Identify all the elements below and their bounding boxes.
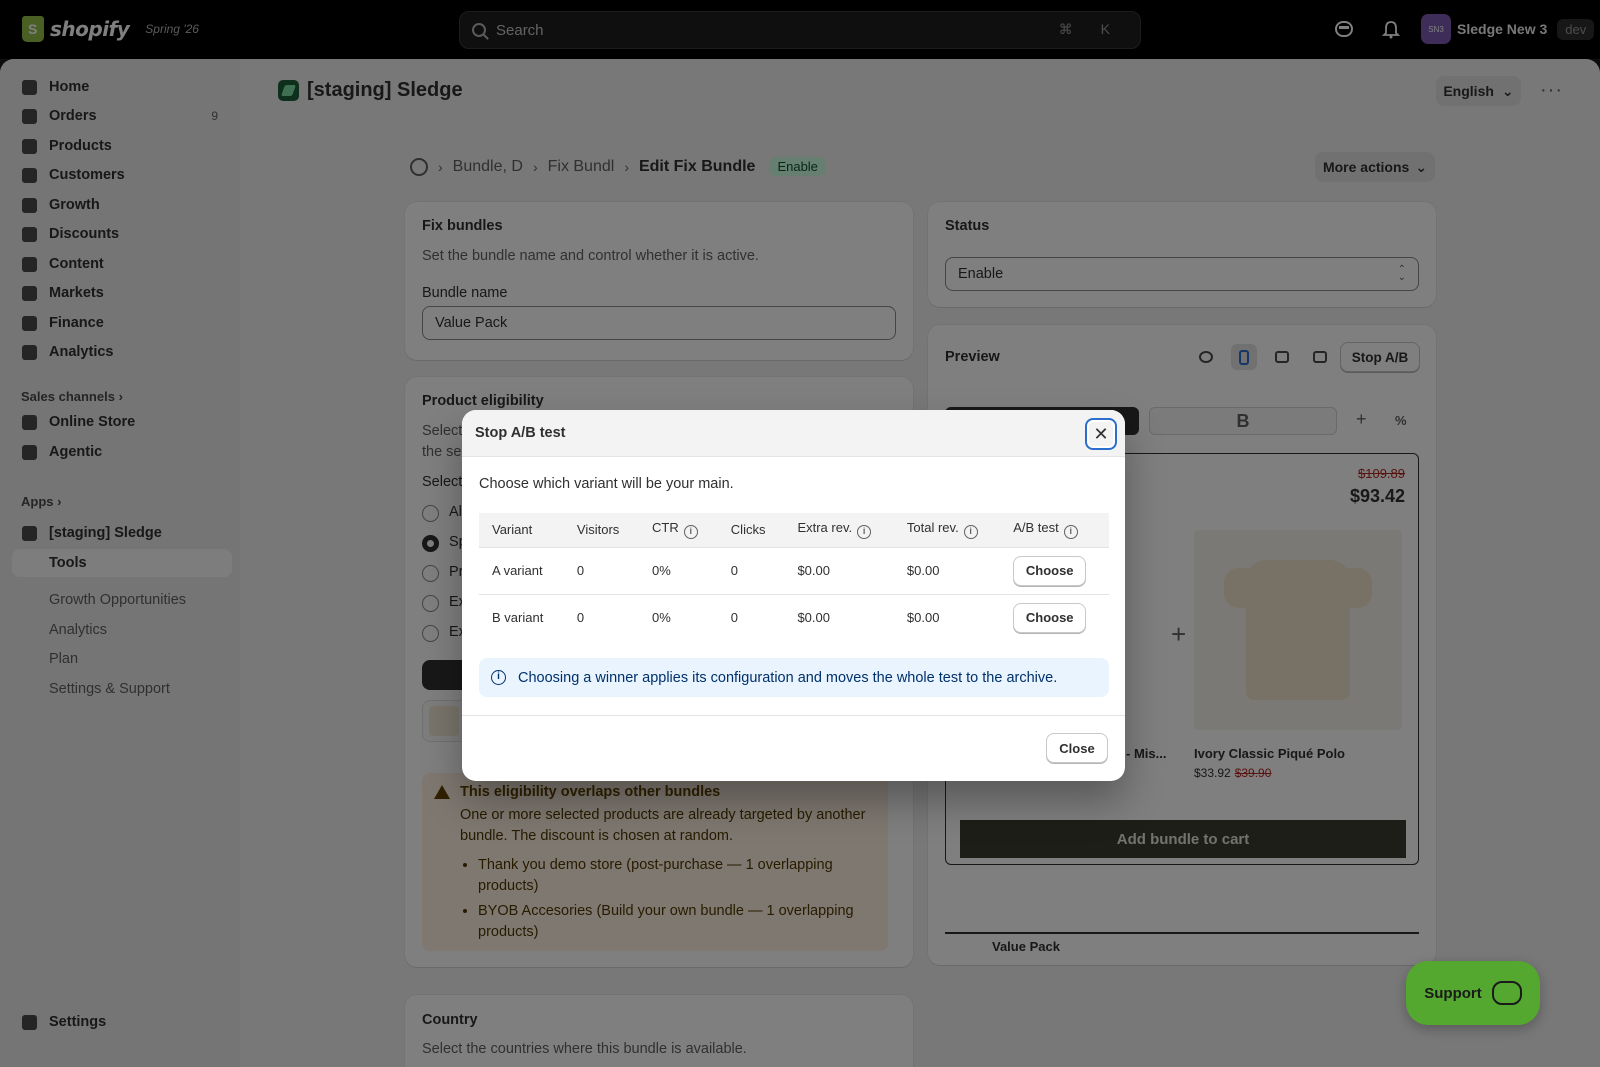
close-icon[interactable]: ✕ <box>1085 418 1117 450</box>
cell-visitors: 0 <box>563 593 640 641</box>
column-label: Total rev. <box>906 520 959 536</box>
cell-action: Choose <box>1000 546 1109 594</box>
stop-ab-test-modal: Stop A/B test ✕ Choose which variant wil… <box>462 410 1125 781</box>
column-extra-rev: Extra rev. i <box>784 513 894 547</box>
cell-variant: A variant <box>479 546 564 594</box>
column-ab-test: A/B test i <box>1000 513 1109 547</box>
cell-ctr: 0% <box>639 546 718 594</box>
info-banner-text: Choosing a winner applies its configurat… <box>518 669 1058 686</box>
close-button[interactable]: Close <box>1046 733 1108 763</box>
info-banner: i Choosing a winner applies its configur… <box>479 658 1109 697</box>
choose-variant-b-button[interactable]: Choose <box>1013 602 1087 633</box>
support-chat-button[interactable]: Support <box>1406 961 1540 1025</box>
info-icon: i <box>491 670 506 685</box>
cell-total-rev: $0.00 <box>893 593 1001 641</box>
modal-divider <box>462 715 1125 716</box>
column-variant: Variant <box>479 513 564 547</box>
cell-visitors: 0 <box>563 546 640 594</box>
info-icon[interactable]: i <box>963 525 978 540</box>
column-visitors: Visitors <box>563 513 640 547</box>
table-row: B variant 0 0% 0 $0.00 $0.00 Choose <box>479 593 1109 641</box>
column-clicks: Clicks <box>717 513 785 547</box>
cell-extra-rev: $0.00 <box>784 593 894 641</box>
cell-clicks: 0 <box>717 546 785 594</box>
support-label: Support <box>1424 984 1482 1002</box>
info-icon[interactable]: i <box>1063 525 1078 540</box>
ab-results-table: Variant Visitors CTR i Clicks Extra rev. i… <box>479 513 1109 641</box>
info-icon[interactable]: i <box>683 525 698 540</box>
choose-variant-a-button[interactable]: Choose <box>1013 555 1087 586</box>
cell-extra-rev: $0.00 <box>784 546 894 594</box>
modal-title: Stop A/B test <box>475 425 566 441</box>
cell-clicks: 0 <box>717 593 785 641</box>
column-label: CTR <box>652 520 679 536</box>
cell-variant: B variant <box>479 593 564 641</box>
info-icon[interactable]: i <box>857 525 872 540</box>
modal-lead-text: Choose which variant will be your main. <box>479 476 734 492</box>
cell-total-rev: $0.00 <box>893 546 1001 594</box>
table-header-row: Variant Visitors CTR i Clicks Extra rev. i… <box>479 513 1109 547</box>
modal-header: Stop A/B test ✕ <box>462 410 1125 457</box>
cell-ctr: 0% <box>639 593 718 641</box>
table-row: A variant 0 0% 0 $0.00 $0.00 Choose <box>479 546 1109 594</box>
column-label: Extra rev. <box>797 520 853 536</box>
cell-action: Choose <box>1000 593 1109 641</box>
chat-bubble-icon <box>1491 981 1522 1005</box>
column-label: A/B test <box>1013 520 1059 536</box>
column-ctr: CTR i <box>639 513 718 547</box>
column-total-rev: Total rev. i <box>893 513 1001 547</box>
